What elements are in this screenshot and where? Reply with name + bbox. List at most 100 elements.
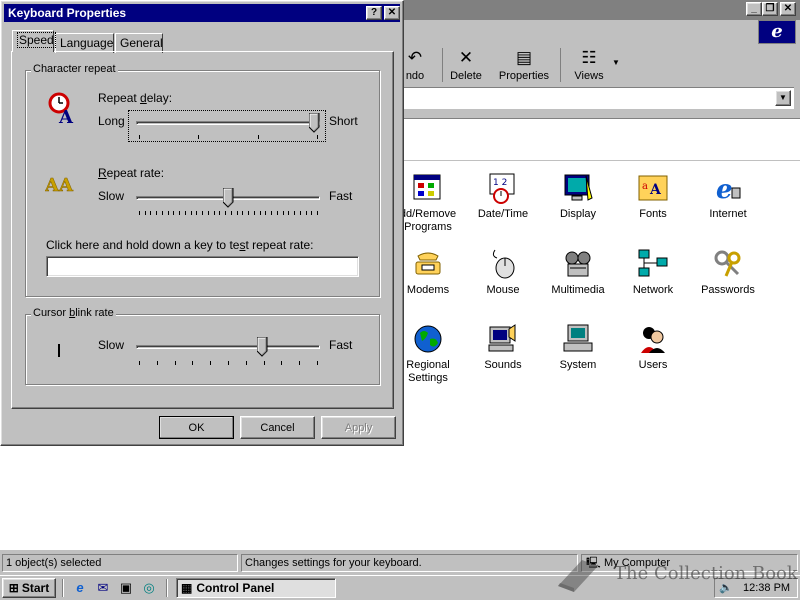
cp-item-users[interactable]: Users [618,323,688,372]
fonts-icon: Aa [637,172,669,204]
tab-speed[interactable]: Speed [12,30,56,52]
quicklaunch-outlook-icon[interactable]: ✉ [95,580,111,596]
quicklaunch-channels-icon[interactable]: ◎ [141,580,157,596]
start-button[interactable]: ⊞ Start [2,578,56,598]
cursor-blink-preview [58,344,60,357]
cp-item-multimedia[interactable]: Multimedia [543,248,613,297]
svg-text:A: A [58,107,74,125]
repeat-rate-slider-tick [162,211,163,215]
repeat-rate-slider-tick [168,211,169,215]
tab-language[interactable]: Language [55,33,114,53]
repeat-rate-slider-tick [191,211,192,215]
dialog-close-button[interactable]: ✕ [384,6,400,20]
minimize-button[interactable]: _ [746,2,762,16]
cp-item-network[interactable]: Network [618,248,688,297]
cursor-blink-max-label: Fast [329,338,353,352]
repeat-rate-slider-tick [208,211,209,215]
maximize-button[interactable]: ❐ [762,2,778,16]
repeat-delay-icon: A [45,91,79,128]
quicklaunch-desktop-icon[interactable]: ▣ [118,580,134,596]
internet-icon: e [712,172,744,204]
views-button[interactable]: ☷ Views [564,48,614,84]
mouse-icon [487,248,519,280]
repeat-delay-min-label: Long [98,114,125,128]
modems-icon [412,248,444,280]
help-button[interactable]: ? [366,6,382,20]
properties-icon: ▤ [515,48,533,67]
ok-button[interactable]: OK [159,416,234,439]
cursor-blink-slider-tick [175,361,176,365]
cursor-blink-label: Cursor blink rate [31,307,116,319]
taskbar-control-panel-button[interactable]: ▦ Control Panel [176,578,336,598]
cp-item-fonts[interactable]: Aa Fonts [618,172,688,221]
cp-item-passwords[interactable]: Passwords [693,248,763,297]
address-dropdown-button[interactable]: ▼ [775,90,791,106]
repeat-rate-slider-tick [265,211,266,215]
cp-item-date-time[interactable]: 1 2 Date/Time [468,172,538,221]
repeat-rate-slider-tick [300,211,301,215]
cursor-blink-group [25,314,380,385]
repeat-rate-slider-tick [254,211,255,215]
taskbar-divider [62,579,64,597]
views-dropdown-icon[interactable]: ▼ [612,58,620,67]
repeat-rate-slider-tick [237,211,238,215]
repeat-delay-slider-track[interactable] [136,121,320,125]
cp-item-sounds[interactable]: Sounds [468,323,538,372]
status-selection: 1 object(s) selected [2,554,238,572]
cp-item-system[interactable]: System [543,323,613,372]
svg-text:a: a [642,181,648,192]
repeat-rate-slider-tick [156,211,157,215]
repeat-rate-slider-tick [145,211,146,215]
repeat-rate-max-label: Fast [329,189,353,203]
repeat-rate-slider-tick [219,211,220,215]
repeat-rate-slider-tick [242,211,243,215]
passwords-icon [712,248,744,280]
cursor-blink-slider-tick [210,361,211,365]
apply-button[interactable]: Apply [321,416,396,439]
cp-item-display[interactable]: Display [543,172,613,221]
repeat-rate-slider-tick [173,211,174,215]
repeat-rate-slider-thumb[interactable] [222,187,234,208]
system-icon [562,323,594,355]
repeat-rate-slider-tick [179,211,180,215]
date-time-icon: 1 2 [487,172,519,204]
cursor-blink-slider-track[interactable] [136,345,320,349]
repeat-delay-slider-thumb[interactable] [308,112,320,133]
cursor-blink-slider-tick [264,361,265,365]
tab-general[interactable]: General [115,33,163,53]
repeat-rate-slider-tick [248,211,249,215]
test-repeat-input[interactable] [46,256,359,277]
cp-item-mouse[interactable]: Mouse [468,248,538,297]
toolbar: ↶ ndo ✕ Delete ▤ Properties ☷ Views ▼ [404,44,800,84]
repeat-rate-slider-tick [202,211,203,215]
repeat-rate-slider-tick [139,211,140,215]
repeat-delay-label: Repeat delay: [98,91,173,105]
properties-button[interactable]: ▤ Properties [494,48,554,84]
status-description: Changes settings for your keyboard. [241,554,578,572]
repeat-rate-slider-tick [196,211,197,215]
svg-text:A: A [45,175,60,195]
repeat-rate-slider-tick [225,211,226,215]
toolbar-divider [442,48,443,82]
undo-button[interactable]: ↶ ndo [400,48,430,84]
close-button[interactable]: ✕ [780,2,796,16]
svg-text:A: A [649,182,662,198]
book-logo-icon [558,560,598,592]
repeat-delay-slider-tick [139,135,140,139]
cp-item-internet[interactable]: e Internet [693,172,763,221]
content-divider [404,160,800,161]
cancel-button[interactable]: Cancel [240,416,315,439]
delete-button[interactable]: ✕ Delete [446,48,486,84]
repeat-rate-slider-tick [294,211,295,215]
repeat-delay-max-label: Short [329,114,358,128]
quicklaunch-ie-icon[interactable]: e [72,580,88,596]
cursor-blink-slider-thumb[interactable] [256,336,268,357]
regional-settings-icon [412,323,444,355]
repeat-rate-slider-tick [317,211,318,215]
repeat-rate-min-label: Slow [98,189,125,203]
repeat-delay-slider-tick [317,135,318,139]
network-icon [637,248,669,280]
windows-logo-icon: ⊞ [8,581,19,595]
test-repeat-label: Click here and hold down a key to test r… [46,238,314,252]
address-field[interactable]: ▼ [404,87,794,109]
